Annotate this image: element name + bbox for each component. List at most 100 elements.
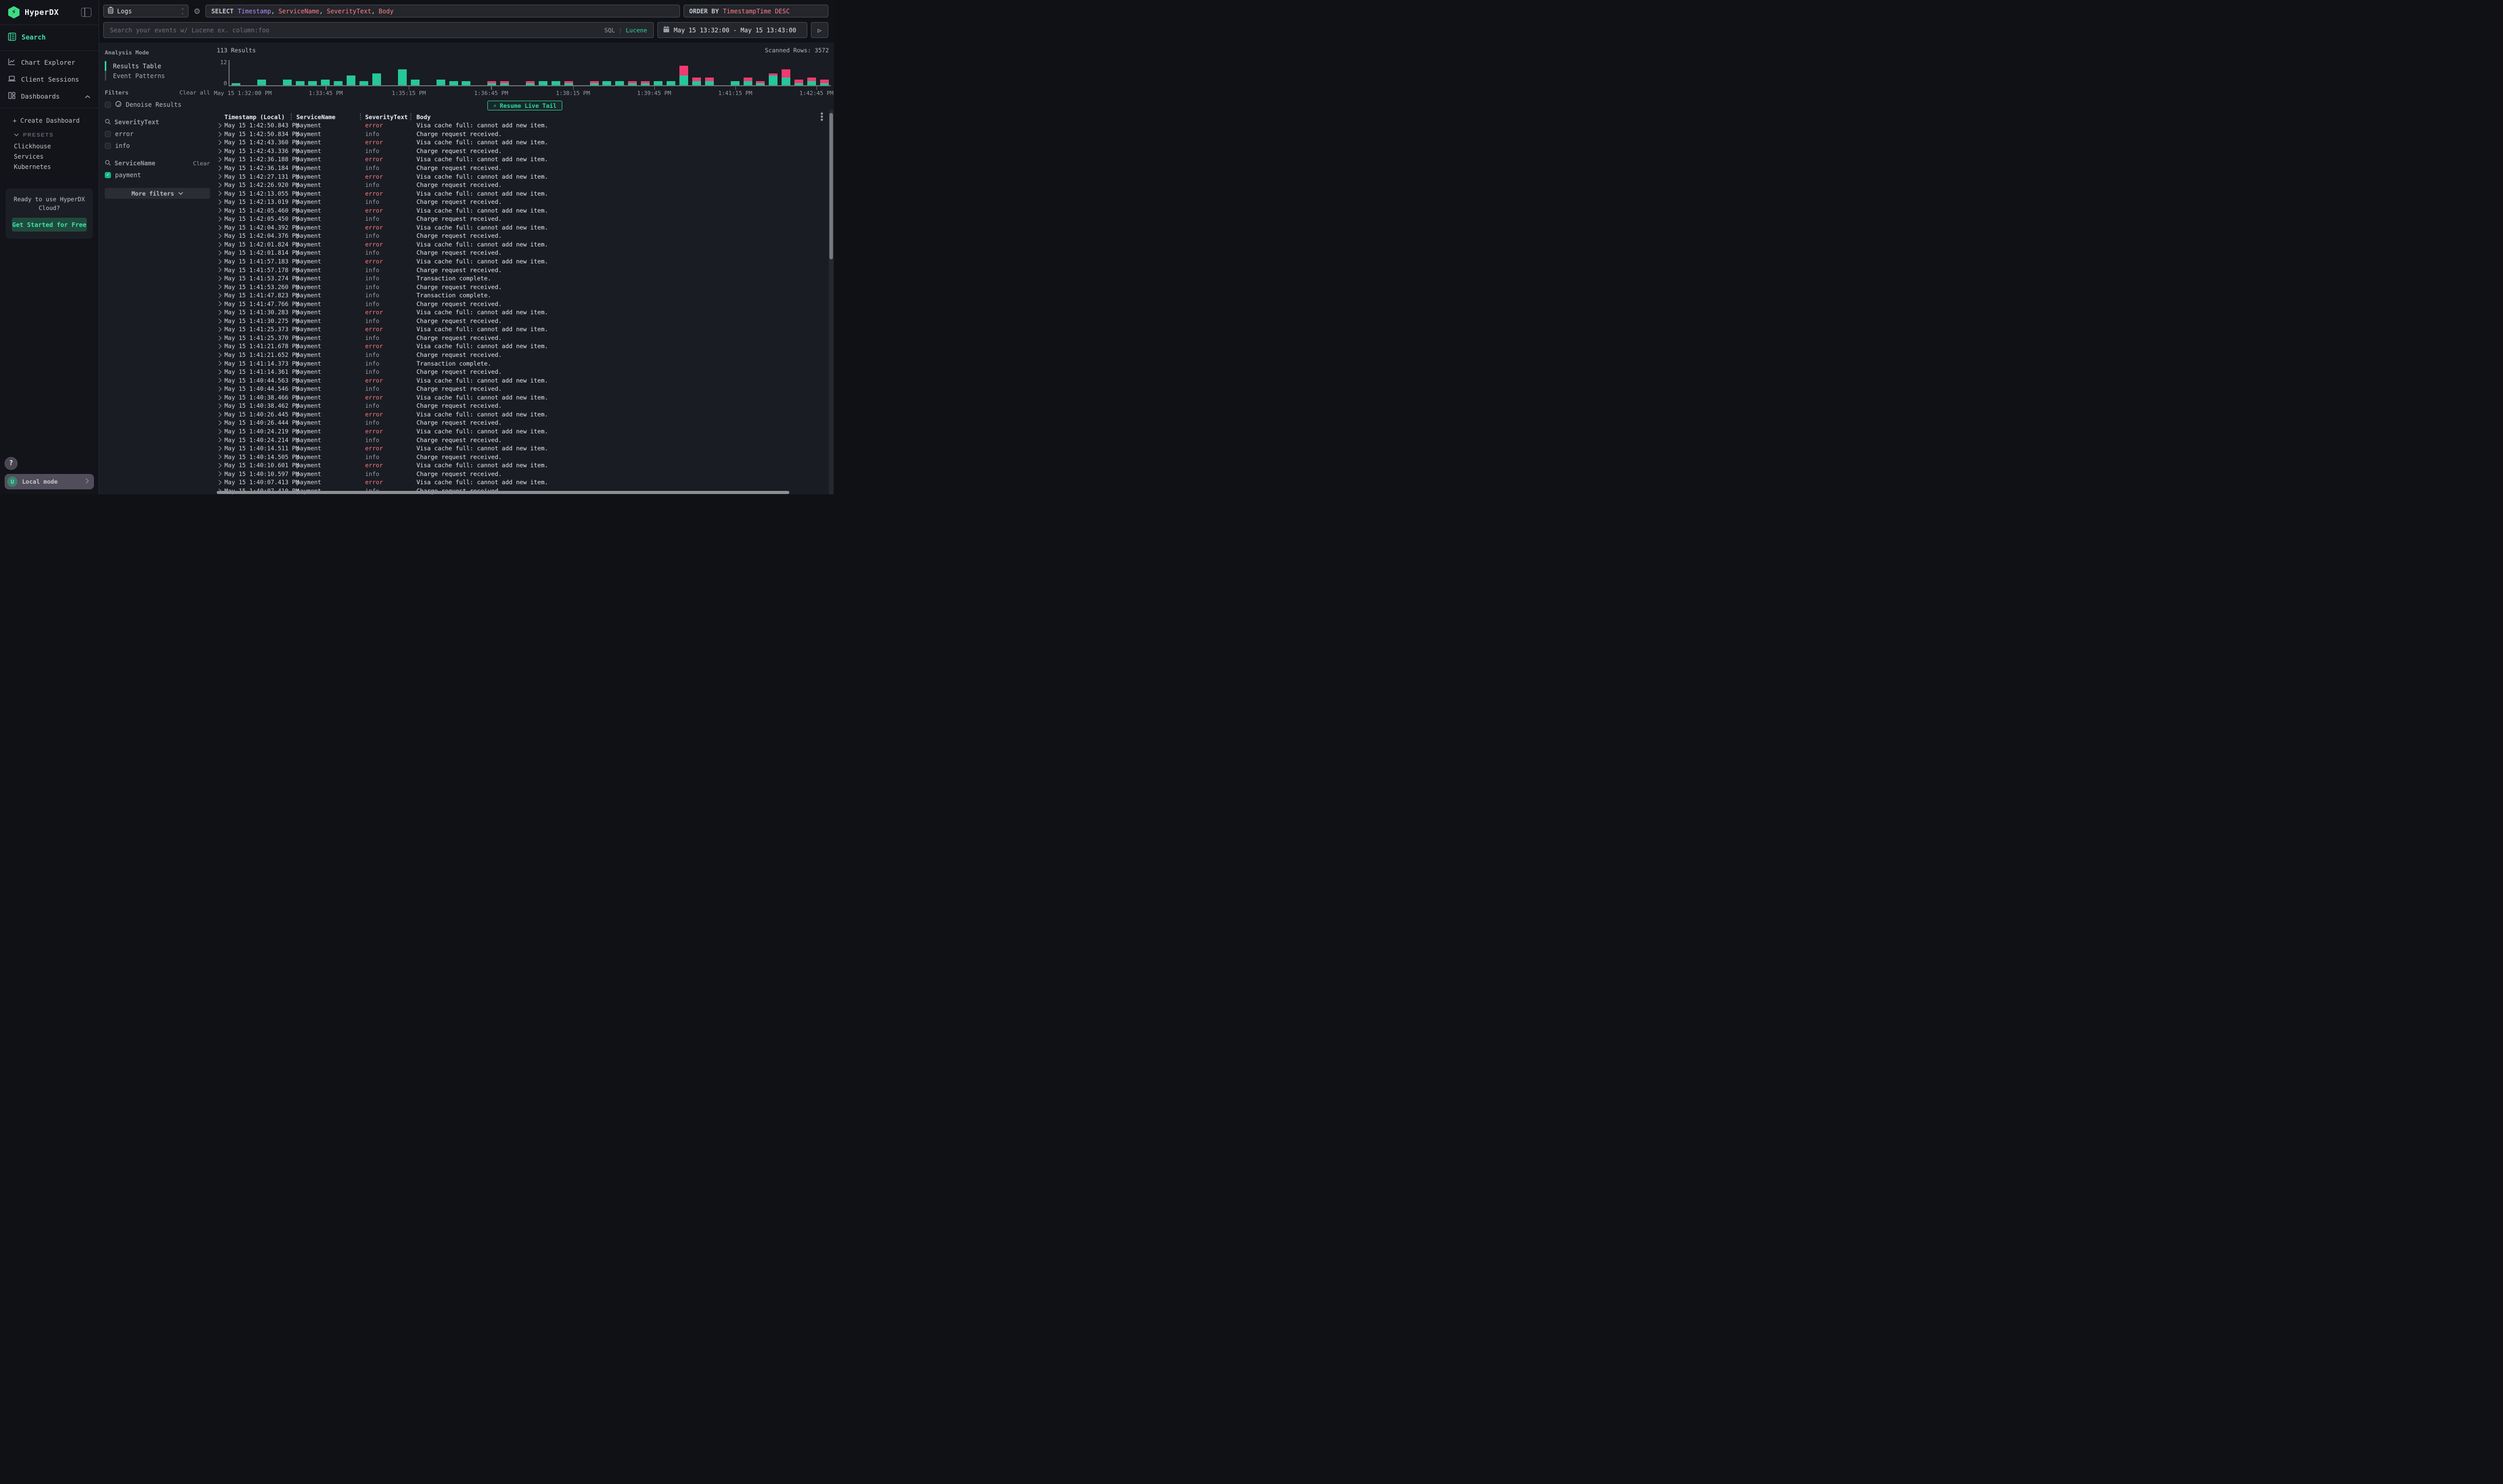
histogram-bar[interactable] [692,81,701,85]
histogram-bar[interactable] [283,80,292,86]
histogram-bar[interactable] [641,83,650,85]
chevron-up-icon[interactable] [85,92,90,100]
column-resize-handle[interactable] [410,113,411,120]
filter-option-payment[interactable]: ✓ payment [105,170,210,180]
row-expand-chevron-icon[interactable] [218,327,222,334]
log-row[interactable]: May 15 1:41:30.283 PMpaymenterrorVisa ca… [216,308,827,317]
filter-option-info[interactable]: info [105,141,210,150]
log-row[interactable]: May 15 1:42:36.188 PMpaymenterrorVisa ca… [216,155,827,164]
gear-icon[interactable]: ⚙ [192,7,202,16]
row-expand-chevron-icon[interactable] [218,318,222,326]
row-expand-chevron-icon[interactable] [218,276,222,283]
histogram-bar[interactable] [769,75,778,85]
row-expand-chevron-icon[interactable] [218,182,222,189]
log-row[interactable]: May 15 1:40:44.546 PMpaymentinfoCharge r… [216,385,827,393]
row-expand-chevron-icon[interactable] [218,250,222,257]
table-options-kebab-icon[interactable]: ••• [820,112,824,122]
histogram-bar[interactable] [705,78,714,82]
histogram-bar[interactable] [782,78,790,85]
log-row[interactable]: May 15 1:42:26.920 PMpaymentinfoCharge r… [216,181,827,189]
clear-all-link[interactable]: Clear all [179,89,210,96]
log-row[interactable]: May 15 1:40:10.601 PMpaymenterrorVisa ca… [216,461,827,470]
sidebar-item-chart-explorer[interactable]: Chart Explorer [0,54,99,71]
row-expand-chevron-icon[interactable] [218,377,222,385]
resume-live-tail-button[interactable]: ⚡ Resume Live Tail [487,101,562,110]
log-row[interactable]: May 15 1:42:36.184 PMpaymentinfoCharge r… [216,164,827,173]
histogram-bar[interactable] [359,81,368,85]
log-row[interactable]: May 15 1:42:50.843 PMpaymenterrorVisa ca… [216,121,827,130]
histogram-bar[interactable] [692,78,701,82]
histogram-bar[interactable] [564,83,573,85]
row-expand-chevron-icon[interactable] [218,403,222,410]
log-row[interactable]: May 15 1:41:25.373 PMpaymenterrorVisa ca… [216,325,827,334]
histogram-bar[interactable] [296,81,305,85]
log-row[interactable]: May 15 1:41:30.275 PMpaymentinfoCharge r… [216,317,827,326]
row-expand-chevron-icon[interactable] [218,174,222,181]
histogram-bar[interactable] [257,80,266,86]
log-row[interactable]: May 15 1:40:14.511 PMpaymenterrorVisa ca… [216,444,827,453]
row-expand-chevron-icon[interactable] [218,446,222,453]
events-histogram[interactable]: 12 0 May 15 1:32:00 PM1:33:45 PM1:35:15 … [216,58,831,94]
vertical-scrollbar-thumb[interactable] [829,113,833,259]
log-row[interactable]: May 15 1:41:53.260 PMpaymentinfoCharge r… [216,282,827,291]
histogram-bar[interactable] [667,81,675,85]
mode-event-patterns[interactable]: Event Patterns [105,71,210,81]
row-expand-chevron-icon[interactable] [218,191,222,198]
row-expand-chevron-icon[interactable] [218,352,222,359]
row-expand-chevron-icon[interactable] [218,148,222,156]
column-header-timestamp[interactable]: Timestamp (Local) [224,113,285,121]
histogram-bar[interactable] [794,80,803,84]
row-expand-chevron-icon[interactable] [218,310,222,317]
create-dashboard-button[interactable]: + Create Dashboard [0,112,99,129]
histogram-bar[interactable] [679,75,688,85]
histogram-bar[interactable] [526,83,535,85]
log-row[interactable]: May 15 1:42:04.392 PMpaymenterrorVisa ca… [216,223,827,232]
sidebar-item-client-sessions[interactable]: Client Sessions [0,71,99,88]
row-expand-chevron-icon[interactable] [218,471,222,478]
row-expand-chevron-icon[interactable] [218,140,222,147]
log-row[interactable]: May 15 1:42:27.131 PMpaymenterrorVisa ca… [216,172,827,181]
histogram-bar[interactable] [641,81,650,83]
histogram-bar[interactable] [321,80,330,86]
histogram-bar[interactable] [487,81,496,83]
log-row[interactable]: May 15 1:41:21.652 PMpaymentinfoCharge r… [216,351,827,359]
lucene-language-toggle[interactable]: Lucene [625,27,647,34]
horizontal-scrollbar-thumb[interactable] [217,491,789,494]
log-row[interactable]: May 15 1:40:26.445 PMpaymenterrorVisa ca… [216,410,827,419]
log-row[interactable]: May 15 1:42:43.360 PMpaymenterrorVisa ca… [216,138,827,147]
column-header-servicename[interactable]: ServiceName [296,113,335,121]
histogram-bar[interactable] [411,80,420,86]
row-expand-chevron-icon[interactable] [218,233,222,240]
histogram-bar[interactable] [628,81,637,83]
histogram-bar[interactable] [590,83,599,85]
histogram-bar[interactable] [820,80,829,84]
histogram-bar[interactable] [679,66,688,75]
row-expand-chevron-icon[interactable] [218,293,222,300]
log-row[interactable]: May 15 1:40:38.466 PMpaymenterrorVisa ca… [216,393,827,402]
row-expand-chevron-icon[interactable] [218,301,222,308]
log-row[interactable]: May 15 1:42:05.450 PMpaymentinfoCharge r… [216,215,827,223]
histogram-bar[interactable] [398,69,407,85]
histogram-bar[interactable] [756,81,765,83]
sidebar-item-dashboards[interactable]: Dashboards [0,88,99,105]
histogram-bar[interactable] [756,83,765,85]
log-row[interactable]: May 15 1:41:57.183 PMpaymenterrorVisa ca… [216,257,827,266]
histogram-bar[interactable] [602,81,611,85]
log-row[interactable]: May 15 1:42:50.834 PMpaymentinfoCharge r… [216,130,827,139]
histogram-bar[interactable] [744,81,752,85]
log-row[interactable]: May 15 1:42:43.336 PMpaymentinfoCharge r… [216,147,827,156]
log-row[interactable]: May 15 1:40:10.597 PMpaymentinfoCharge r… [216,469,827,478]
histogram-bar[interactable] [782,69,790,77]
log-row[interactable]: May 15 1:41:47.823 PMpaymentinfoTransact… [216,291,827,300]
row-expand-chevron-icon[interactable] [218,207,222,215]
histogram-bar[interactable] [769,73,778,75]
log-row[interactable]: May 15 1:42:05.460 PMpaymenterrorVisa ca… [216,206,827,215]
histogram-bar[interactable] [462,81,470,85]
row-expand-chevron-icon[interactable] [218,165,222,173]
order-by-input[interactable]: ORDER BY TimestampTime DESC [684,5,828,17]
row-expand-chevron-icon[interactable] [218,335,222,343]
filter-option-error[interactable]: error [105,129,210,139]
row-expand-chevron-icon[interactable] [218,454,222,461]
row-expand-chevron-icon[interactable] [218,386,222,393]
histogram-bar[interactable] [449,81,458,85]
